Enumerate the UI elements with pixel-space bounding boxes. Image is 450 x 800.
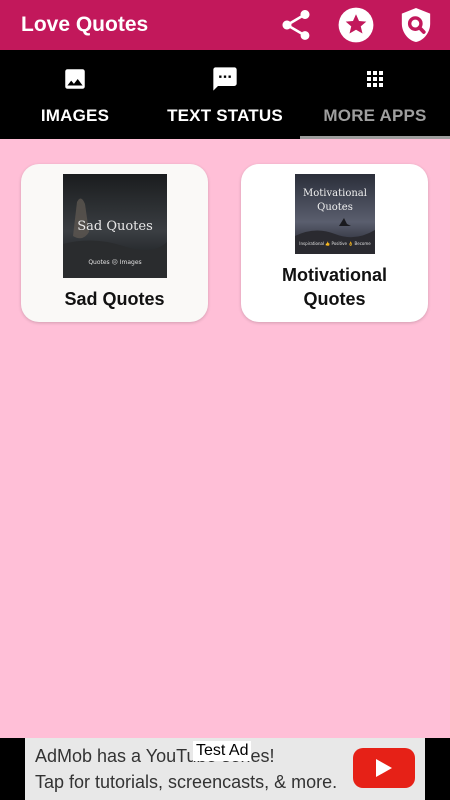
image-icon: [65, 69, 85, 89]
app-card-label-line2: Quotes: [303, 289, 366, 309]
motivational-quotes-thumbnail: Motivational Quotes Inspirational 👍 Posi…: [294, 174, 375, 254]
star-icon: [338, 7, 374, 43]
share-button[interactable]: [276, 5, 316, 45]
message-icon: [213, 67, 237, 91]
youtube-play-button[interactable]: [353, 748, 415, 788]
tab-more-apps[interactable]: MORE APPS: [300, 50, 450, 139]
tab-bar: IMAGES TEXT STATUS MORE APPS: [0, 50, 450, 139]
share-icon: [282, 10, 310, 40]
tab-text-status[interactable]: TEXT STATUS: [150, 50, 300, 139]
ad-description: Tap for tutorials, screencasts, & more.: [35, 772, 338, 792]
sad-thumb-caption: Quotes 😔 Images: [88, 259, 141, 266]
ad-banner: AdMob has a YouTube series! Tap for tuto…: [0, 738, 450, 800]
more-apps-content: Sad Quotes Quotes 😔 Images Sad Quotes Mo…: [0, 139, 450, 738]
motiv-thumb-title-2: Quotes: [317, 202, 353, 213]
sad-quotes-thumbnail: Sad Quotes Quotes 😔 Images: [62, 174, 167, 278]
rate-button[interactable]: [336, 5, 376, 45]
app-card-label: Sad Quotes: [64, 289, 165, 309]
app-title: Love Quotes: [21, 13, 149, 36]
privacy-shield-icon: [401, 8, 431, 42]
tab-label: MORE APPS: [323, 106, 427, 125]
motiv-thumb-title-1: Motivational: [303, 188, 367, 199]
app-card-label-line1: Motivational: [281, 265, 387, 285]
apps-grid-icon: [367, 71, 383, 87]
sad-thumb-title: Sad Quotes: [77, 219, 153, 234]
tab-label: TEXT STATUS: [167, 106, 283, 125]
app-bar: Love Quotes: [0, 0, 450, 50]
tab-label: IMAGES: [40, 106, 110, 125]
tab-images[interactable]: IMAGES: [0, 50, 150, 139]
test-ad-badge: Test Ad: [193, 741, 252, 761]
play-icon: [376, 759, 392, 777]
app-card-sad-quotes[interactable]: Sad Quotes Quotes 😔 Images Sad Quotes: [21, 164, 208, 322]
privacy-button[interactable]: [396, 5, 436, 45]
app-card-label: Motivational Quotes: [282, 263, 387, 311]
motiv-thumb-caption: Inspirational 👍 Positive 👌 Become: [299, 241, 371, 246]
app-card-motivational-quotes[interactable]: Motivational Quotes Inspirational 👍 Posi…: [241, 164, 428, 322]
